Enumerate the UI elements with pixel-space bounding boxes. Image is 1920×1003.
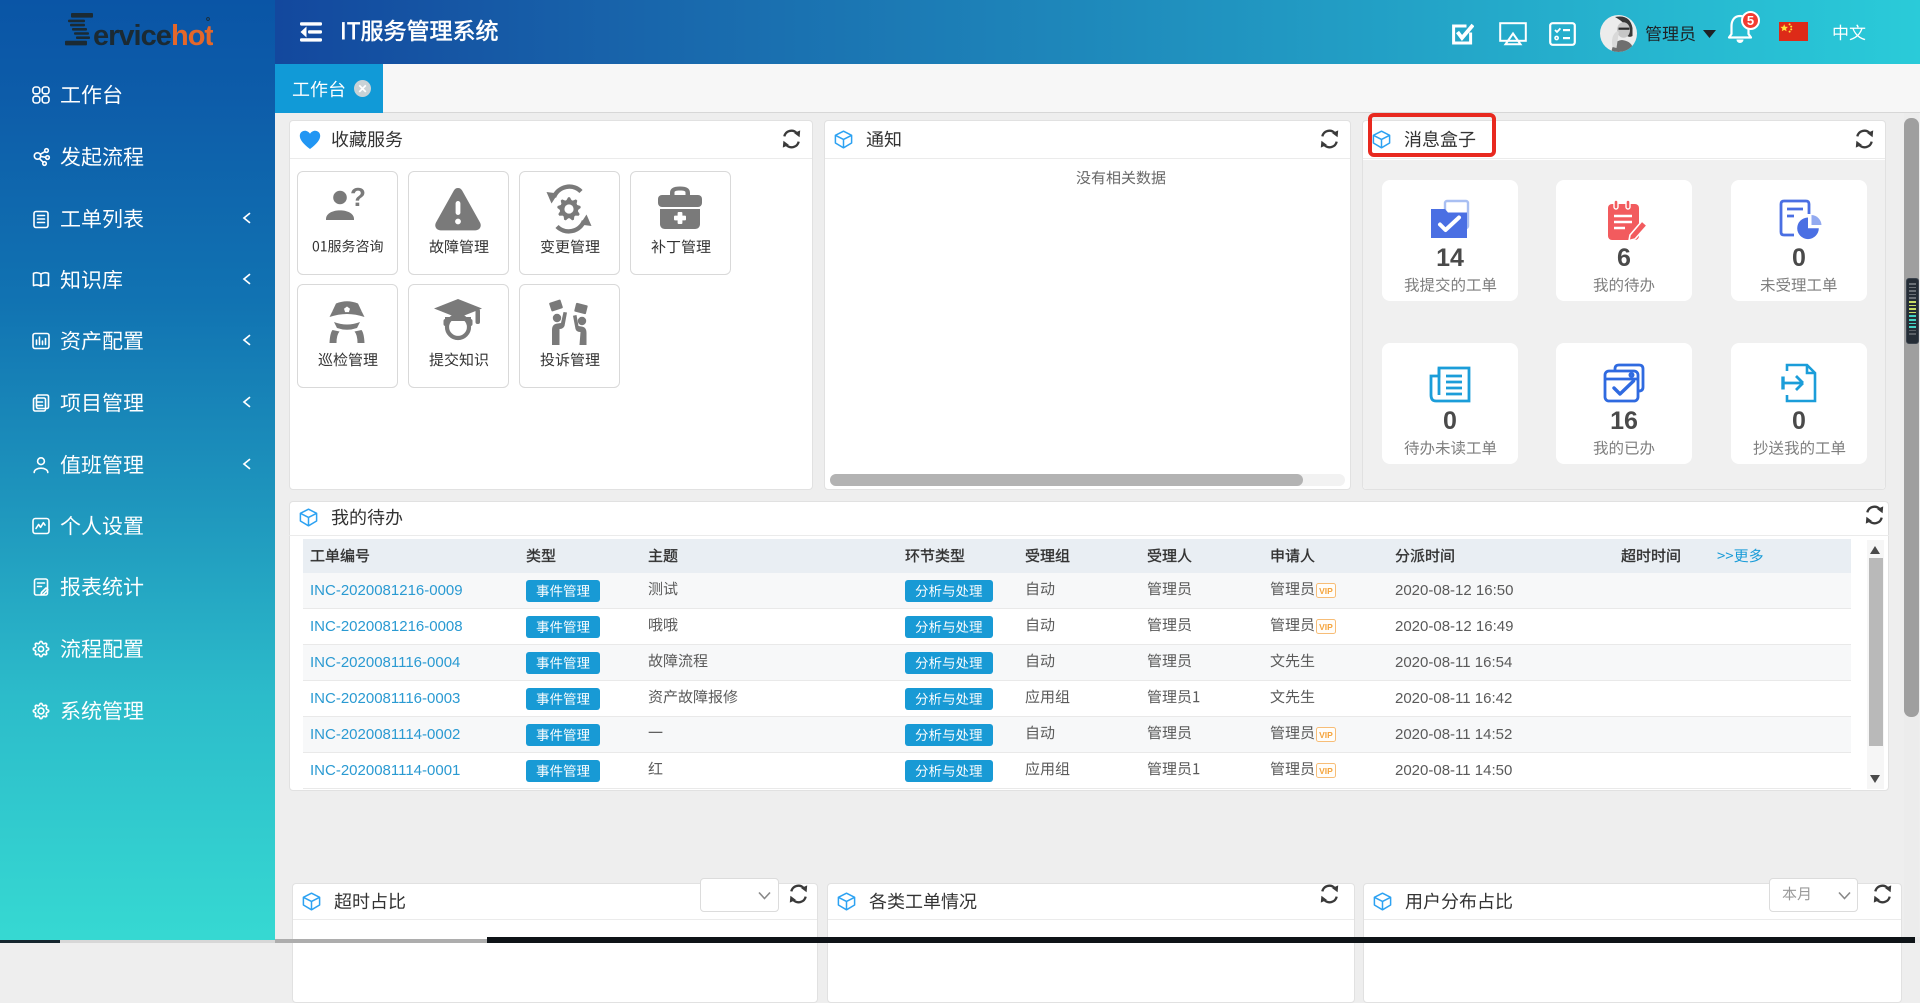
svg-text:ervice: ervice bbox=[93, 20, 172, 52]
svg-text:hot: hot bbox=[171, 20, 213, 52]
svg-text:?: ? bbox=[350, 184, 366, 212]
